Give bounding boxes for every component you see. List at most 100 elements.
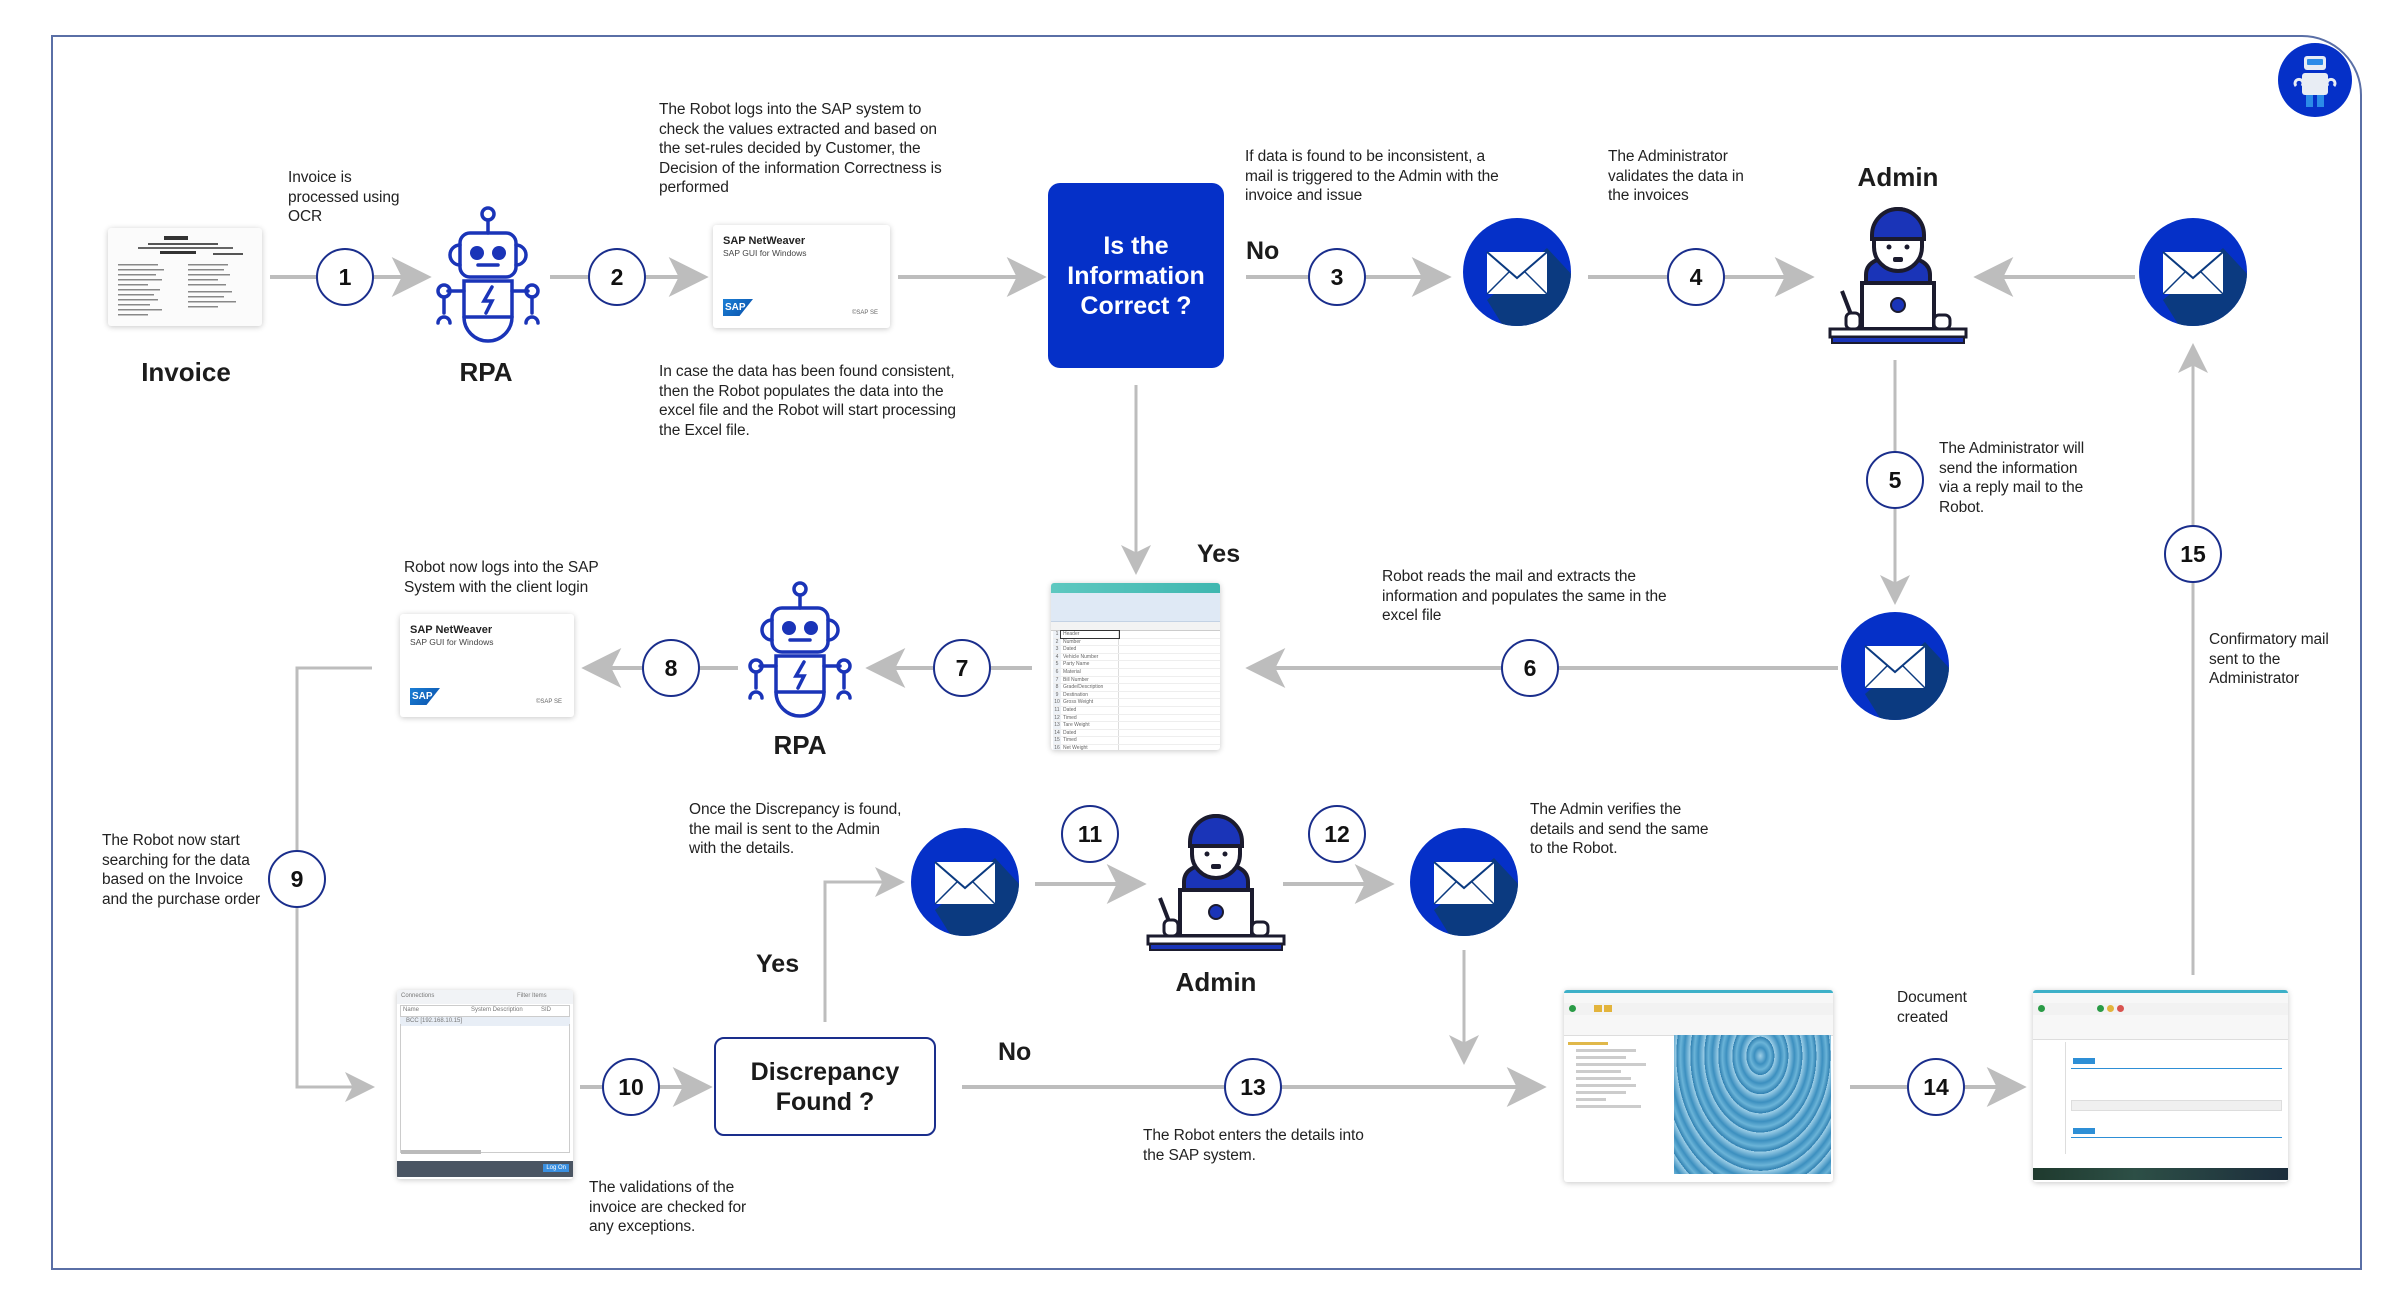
note-admin-verifies: The Admin verifies the details and send … bbox=[1530, 801, 1709, 857]
note-confirmatory: Confirmatory mail sent to the Administra… bbox=[2209, 631, 2329, 687]
excel-row: 11 Dated bbox=[1053, 706, 1220, 715]
note-consistent: In case the data has been found consiste… bbox=[659, 363, 956, 439]
rpa-label-mid: RPA bbox=[773, 730, 827, 760]
connections-logon-button: Log On bbox=[543, 1164, 569, 1172]
excel-row-number: 3 bbox=[1053, 646, 1061, 653]
excel-row-label: Timed bbox=[1061, 737, 1119, 744]
admin-at-laptop-icon bbox=[1144, 812, 1288, 952]
step-8: 8 bbox=[642, 639, 700, 697]
sap-title: SAP NetWeaver bbox=[410, 624, 493, 636]
note-robot-enters: The Robot enters the details into the SA… bbox=[1143, 1127, 1364, 1164]
admin-label-bottom: Admin bbox=[1175, 967, 1257, 997]
step-6: 6 bbox=[1501, 639, 1559, 697]
sap-copyright: ©SAP SE bbox=[852, 310, 878, 316]
excel-row-label: Tare Weight bbox=[1061, 722, 1119, 729]
excel-row-number: 2 bbox=[1053, 638, 1061, 646]
mail-icon bbox=[911, 828, 1019, 936]
step-12: 12 bbox=[1308, 805, 1366, 863]
branch-label-info-no: No bbox=[1246, 237, 1280, 265]
note-document-created: Document created bbox=[1897, 989, 1967, 1026]
robot-icon bbox=[434, 205, 542, 347]
sap-subtitle: SAP GUI for Windows bbox=[723, 248, 807, 258]
excel-row-number: 6 bbox=[1053, 668, 1061, 676]
excel-row-number: 15 bbox=[1053, 737, 1061, 744]
connections-col-sid: SID bbox=[541, 1007, 552, 1013]
note-inconsistent: If data is found to be inconsistent, a m… bbox=[1245, 148, 1499, 204]
excel-row-label: Net Weight bbox=[1061, 744, 1119, 750]
note-client-login: Robot now logs into the SAP System with … bbox=[404, 559, 599, 596]
excel-row-number: 5 bbox=[1053, 661, 1061, 668]
excel-row: 4 Vehicle Number bbox=[1053, 653, 1220, 662]
excel-row: 6 Material bbox=[1053, 668, 1220, 677]
excel-row-number: 8 bbox=[1053, 684, 1061, 691]
excel-row: 16 Net Weight bbox=[1053, 744, 1220, 750]
step-13: 13 bbox=[1224, 1058, 1282, 1116]
note-discrepancy-mail: Once the Discrepancy is found, the mail … bbox=[689, 801, 902, 857]
admin-at-laptop-icon bbox=[1826, 205, 1970, 345]
excel-row: 5 Party Name bbox=[1053, 661, 1220, 669]
connector-discrepancy-yes-to-mail bbox=[823, 867, 905, 1022]
excel-row-number: 1 bbox=[1053, 631, 1061, 638]
excel-row-label: Dated bbox=[1061, 706, 1119, 714]
excel-rows: 1 Header 2 Number 3 Dated 4 Vehicle Number 5 Part… bbox=[1051, 630, 1220, 750]
excel-row-number: 7 bbox=[1053, 676, 1061, 684]
excel-row-label: Destination bbox=[1061, 691, 1119, 699]
branch-label-disc-yes: Yes bbox=[756, 950, 800, 978]
excel-row: 3 Dated bbox=[1053, 646, 1220, 654]
step-1: 1 bbox=[316, 248, 374, 306]
note-admin-validates: The Administrator validates the data in … bbox=[1608, 148, 1744, 204]
excel-row-number: 9 bbox=[1053, 691, 1061, 699]
invoice-label: Invoice bbox=[141, 357, 231, 387]
invoice-document-icon bbox=[108, 228, 262, 326]
note-validations: The validations of the invoice are check… bbox=[589, 1179, 747, 1235]
sap-login-screen-client: SAP NetWeaver SAP GUI for Windows SAP ©S… bbox=[400, 614, 574, 717]
sap-document-screenshot bbox=[2033, 990, 2288, 1182]
step-15: 15 bbox=[2164, 525, 2222, 583]
excel-row-label: Gross Weight bbox=[1061, 699, 1119, 706]
excel-row-label: Dated bbox=[1061, 729, 1119, 737]
connections-filter: Filter Items bbox=[517, 993, 547, 999]
step-14: 14 bbox=[1907, 1058, 1965, 1116]
note-robot-reads: Robot reads the mail and extracts the in… bbox=[1382, 568, 1667, 624]
sap-logo-icon: SAP bbox=[723, 299, 753, 316]
excel-row-number: 16 bbox=[1053, 744, 1061, 750]
excel-row-label: Grade/Description bbox=[1061, 684, 1119, 691]
excel-row-number: 11 bbox=[1053, 706, 1061, 714]
branch-label-info-yes: Yes bbox=[1197, 540, 1241, 568]
step-4: 4 bbox=[1667, 248, 1725, 306]
step-10: 10 bbox=[602, 1058, 660, 1116]
rpa-label-top: RPA bbox=[459, 357, 513, 387]
excel-row-number: 14 bbox=[1053, 729, 1061, 737]
excel-row: 2 Number bbox=[1053, 638, 1220, 647]
decision-information-correct: Is the Information Correct ? bbox=[1048, 183, 1224, 368]
connections-col-desc: System Description bbox=[471, 1007, 523, 1013]
branch-label-disc-no: No bbox=[998, 1038, 1032, 1066]
note-admin-reply: The Administrator will send the informat… bbox=[1939, 440, 2085, 516]
sap-title: SAP NetWeaver bbox=[723, 235, 806, 247]
excel-row: 8 Grade/Description bbox=[1053, 684, 1220, 692]
sap-subtitle: SAP GUI for Windows bbox=[410, 637, 494, 647]
step-7: 7 bbox=[933, 639, 991, 697]
mail-icon bbox=[1463, 218, 1571, 326]
excel-row-number: 10 bbox=[1053, 699, 1061, 706]
step-11: 11 bbox=[1061, 805, 1119, 863]
excel-row-label: Header bbox=[1060, 630, 1120, 639]
excel-row: 9 Destination bbox=[1053, 691, 1220, 700]
excel-row: 14 Dated bbox=[1053, 729, 1220, 738]
excel-row-label: Bill Number bbox=[1061, 676, 1119, 684]
excel-row: 12 Timed bbox=[1053, 714, 1220, 723]
decision-discrepancy-found: Discrepancy Found ? bbox=[714, 1037, 936, 1136]
step-3: 3 bbox=[1308, 248, 1366, 306]
excel-row-label: Material bbox=[1061, 668, 1119, 676]
excel-row-label: Dated bbox=[1061, 646, 1119, 653]
connections-header: Connections bbox=[401, 993, 435, 999]
sap-easy-access-screenshot bbox=[1564, 990, 1833, 1182]
decision-discrepancy-found-label: Discrepancy Found ? bbox=[750, 1057, 900, 1116]
excel-row-label: Vehicle Number bbox=[1061, 653, 1119, 661]
excel-row: 1 Header bbox=[1053, 630, 1220, 639]
water-ripple-image bbox=[1674, 1035, 1831, 1174]
excel-spreadsheet-screenshot: 1 Header 2 Number 3 Dated 4 Vehicle Number 5 Part… bbox=[1051, 583, 1220, 750]
decision-information-correct-label: Is the Information Correct ? bbox=[1067, 231, 1205, 320]
excel-row-label: Number bbox=[1061, 638, 1119, 646]
excel-row-label: Timed bbox=[1061, 714, 1119, 722]
